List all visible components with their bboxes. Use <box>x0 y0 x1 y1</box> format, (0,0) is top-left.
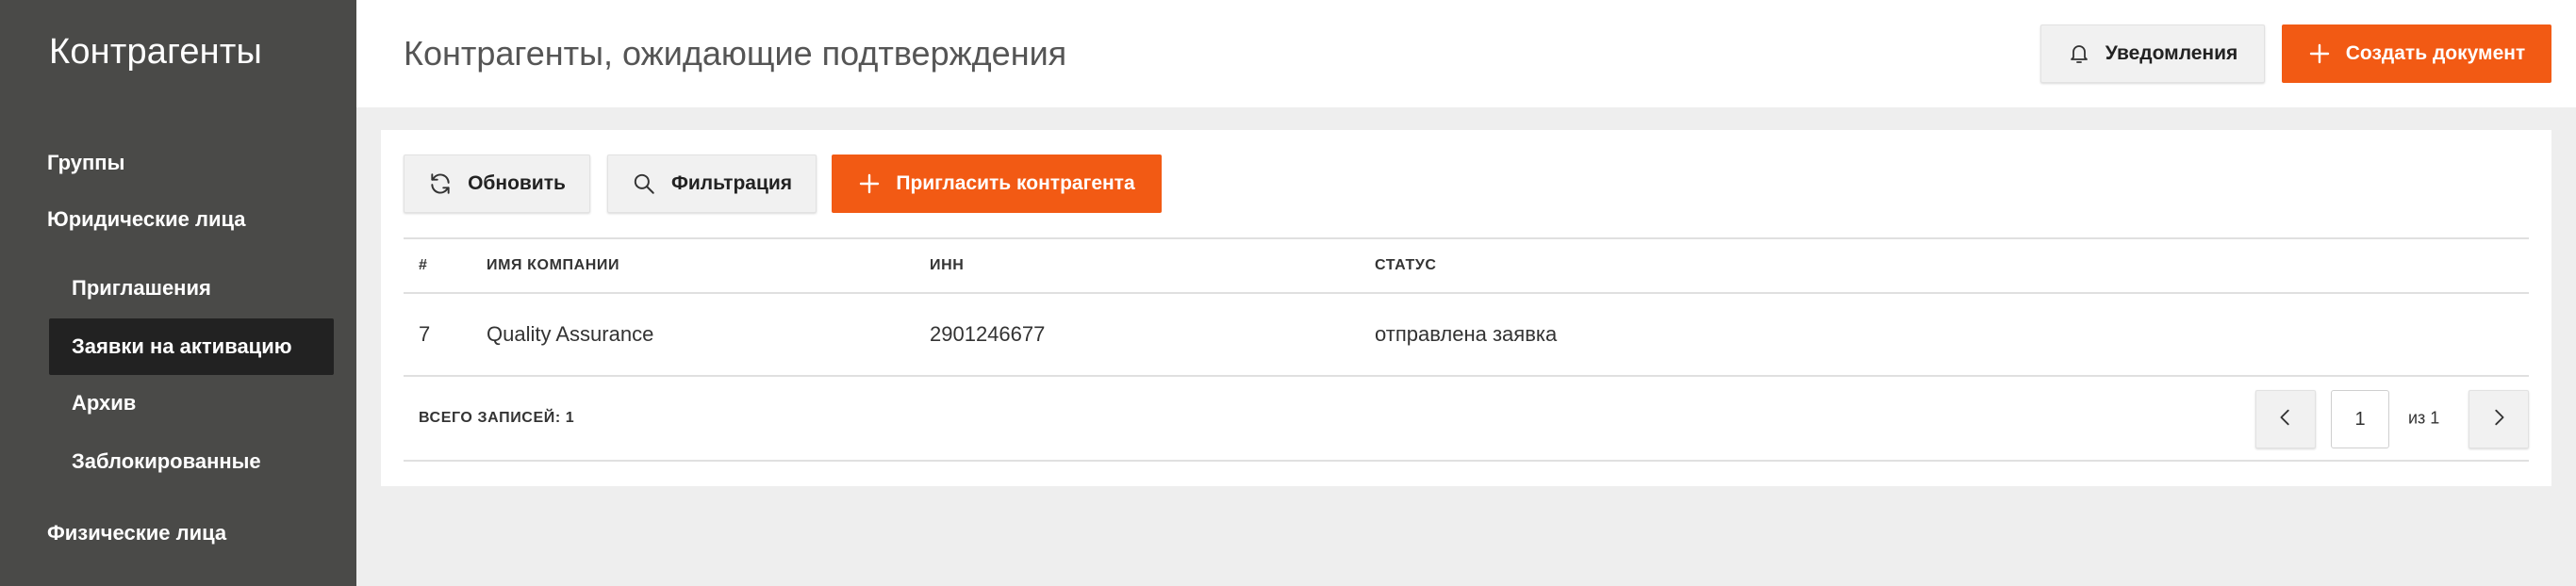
prev-page-button[interactable] <box>2255 390 2316 448</box>
filter-label: Фильтрация <box>670 172 793 194</box>
sidebar-item-activation-requests[interactable]: Заявки на активацию <box>49 318 334 375</box>
notifications-button[interactable]: Уведомления <box>2040 24 2265 83</box>
notifications-label: Уведомления <box>2105 42 2238 64</box>
sidebar-item-legal-entities[interactable]: Юридические лица <box>47 207 246 232</box>
column-header-company[interactable]: ИМЯ КОМПАНИИ <box>487 257 619 274</box>
create-document-label: Создать документ <box>2345 42 2526 64</box>
column-header-inn[interactable]: ИНН <box>930 257 964 274</box>
content-panel: Обновить Фильтрация Пригласить контраген… <box>381 130 2551 486</box>
column-header-number: # <box>419 257 428 273</box>
sidebar: Контрагенты Группы Юридические лица Приг… <box>0 0 356 586</box>
refresh-label: Обновить <box>468 172 566 194</box>
invite-counterparty-button[interactable]: Пригласить контрагента <box>832 155 1162 213</box>
refresh-button[interactable]: Обновить <box>404 155 590 213</box>
total-records: ВСЕГО ЗАПИСЕЙ: 1 <box>419 410 575 426</box>
cell-inn: 2901246677 <box>930 322 1046 346</box>
column-header-status[interactable]: СТАТУС <box>1375 257 1437 274</box>
chevron-right-icon <box>2488 407 2509 432</box>
create-document-button[interactable]: Создать документ <box>2282 24 2551 83</box>
page-of-label: из 1 <box>2408 408 2440 428</box>
cell-number: 7 <box>419 322 431 346</box>
sidebar-title: Контрагенты <box>49 32 262 72</box>
table-header: # ИМЯ КОМПАНИИ ИНН СТАТУС <box>404 237 2529 294</box>
sidebar-item-invitations[interactable]: Приглашения <box>49 260 334 317</box>
cell-company-name: Quality Assurance <box>487 322 654 346</box>
plus-icon <box>2308 42 2331 65</box>
plus-icon <box>858 172 881 195</box>
page-title: Контрагенты, ожидающие подтверждения <box>404 34 1067 73</box>
refresh-icon <box>428 171 453 196</box>
counterparties-table: # ИМЯ КОМПАНИИ ИНН СТАТУС 7 Quality Assu… <box>404 237 2529 462</box>
page-number-input[interactable] <box>2331 390 2389 448</box>
header: Контрагенты, ожидающие подтверждения Уве… <box>356 0 2576 107</box>
next-page-button[interactable] <box>2469 390 2529 448</box>
invite-counterparty-label: Пригласить контрагента <box>896 172 1135 194</box>
bell-icon <box>2068 42 2090 65</box>
sidebar-item-groups[interactable]: Группы <box>47 151 124 175</box>
table-row[interactable]: 7 Quality Assurance 2901246677 отправлен… <box>404 294 2529 377</box>
sidebar-item-blocked[interactable]: Заблокированные <box>49 433 334 490</box>
table-footer: ВСЕГО ЗАПИСЕЙ: 1 из 1 <box>404 377 2529 462</box>
chevron-left-icon <box>2275 407 2296 432</box>
sidebar-item-archive[interactable]: Архив <box>49 375 334 431</box>
search-icon <box>632 171 656 196</box>
main-area: Контрагенты, ожидающие подтверждения Уве… <box>356 0 2576 586</box>
sidebar-item-individuals[interactable]: Физические лица <box>47 521 226 545</box>
cell-status: отправлена заявка <box>1375 322 1558 346</box>
filter-button[interactable]: Фильтрация <box>607 155 817 213</box>
